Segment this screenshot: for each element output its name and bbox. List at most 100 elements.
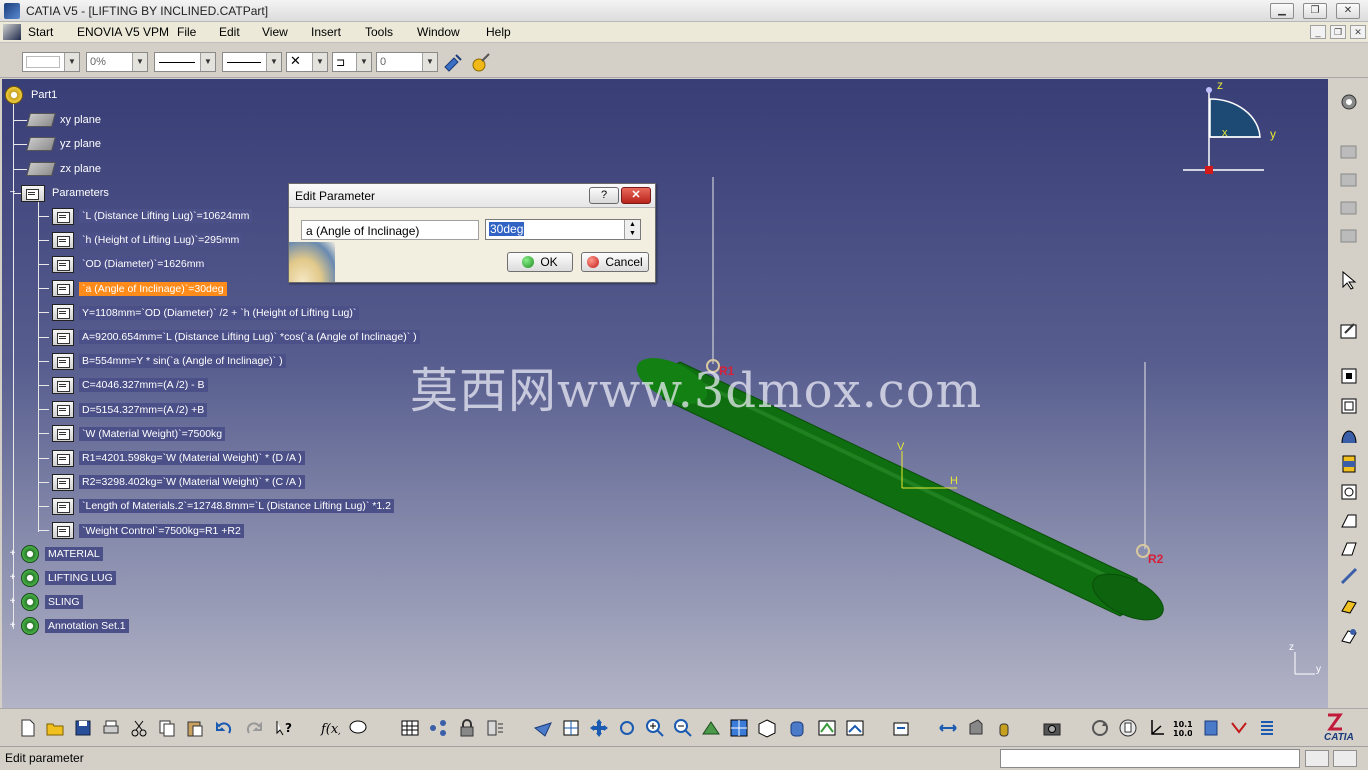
constraint-icon[interactable] [1229,718,1249,738]
shaft-icon[interactable] [1338,425,1360,447]
menu-tools[interactable]: Tools [365,25,393,39]
minimize-icon[interactable]: ▁ [1270,3,1294,19]
tree-item-body[interactable]: + SLING [8,593,83,611]
tree-item-parameter[interactable]: R1=4201.598kg=`W (Material Weight)` * (D… [39,449,305,467]
pocket-icon[interactable] [1338,395,1360,417]
undo-icon[interactable] [214,718,234,738]
zoom-in-icon[interactable] [645,718,665,738]
multi-view-icon[interactable] [729,718,749,738]
lock-icon[interactable] [457,718,477,738]
tree-item-body[interactable]: + Annotation Set.1 [8,617,129,635]
select-arrow-icon[interactable] [1338,269,1360,291]
expand-icon[interactable]: + [8,596,17,607]
shell-icon[interactable] [1338,565,1360,587]
expand-icon[interactable]: + [8,572,17,583]
cancel-button[interactable]: Cancel [581,252,649,272]
fill-color-combo[interactable]: ▼ [22,52,80,72]
new-file-icon[interactable] [18,718,38,738]
ok-button[interactable]: OK [507,252,573,272]
menu-help[interactable]: Help [486,25,511,39]
snap-icon[interactable] [1201,718,1221,738]
measure-icon[interactable] [1338,141,1360,163]
tree-item-parameter[interactable]: D=5154.327mm=(A /2) +B [39,401,208,419]
formula-icon[interactable]: f(x) [320,718,343,738]
comment-icon[interactable] [348,718,368,738]
menu-view[interactable]: View [262,25,288,39]
help-icon[interactable]: ? [589,187,619,204]
camera-icon[interactable] [1042,718,1062,738]
tree-item-parameter[interactable]: Y=1108mm=`OD (Diameter)` /2 + `h (Height… [39,304,360,322]
analysis-icon[interactable] [1338,197,1360,219]
grid-values-icon[interactable]: 10.1 10.0 [1172,718,1193,738]
transparency-combo[interactable]: 0% ▼ [86,52,148,72]
format-painter-icon[interactable] [442,51,464,73]
rendering-style-combo[interactable]: ⊐ ▼ [332,52,372,72]
scan-icon[interactable] [485,718,505,738]
spinner-icon[interactable]: ▲ ▼ [624,220,640,239]
tree-item-parameter[interactable]: B=554mm=Y * sin(`a (Angle of Inclinage)`… [39,352,286,370]
save-icon[interactable] [73,718,93,738]
tree-item-parameter[interactable]: `Length of Materials.2`=12748.8mm=`L (Di… [39,497,394,515]
inertia-icon[interactable] [1338,169,1360,191]
command-button-icon[interactable] [1333,750,1357,767]
doc-minimize-icon[interactable]: _ [1310,25,1326,39]
tree-item-parameter[interactable]: `W (Material Weight)`=7500kg [39,425,226,443]
menu-insert[interactable]: Insert [311,25,341,39]
tree-item-xy-plane[interactable]: xy plane [26,111,103,129]
menu-enovia[interactable]: ENOVIA V5 VPM [77,25,169,39]
expand-icon[interactable]: + [8,548,17,559]
remove-face-icon[interactable] [1338,625,1360,647]
rotate-icon[interactable] [617,718,637,738]
close-icon[interactable]: ✕ [1336,3,1360,19]
doc-close-icon[interactable]: ✕ [1350,25,1366,39]
doc-restore-icon[interactable]: ❐ [1330,25,1346,39]
tree-item-parameter[interactable]: `Weight Control`=7500kg=R1 +R2 [39,522,244,540]
line-type-combo[interactable]: ▼ [222,52,282,72]
tree-item-zx-plane[interactable]: zx plane [26,160,103,178]
print-icon[interactable] [101,718,121,738]
tree-item-parameter[interactable]: `h (Height of Lifting Lug)`=295mm [39,231,243,249]
tree-item-yz-plane[interactable]: yz plane [26,135,103,153]
expand-icon[interactable]: + [8,620,17,631]
tree-item-parameter[interactable]: R2=3298.402kg=`W (Material Weight)` * (C… [39,473,305,491]
open-folder-icon[interactable] [45,718,65,738]
copy-icon[interactable] [157,718,177,738]
menu-start[interactable]: Start [28,25,53,39]
axis-system-icon[interactable] [1146,718,1166,738]
draft-icon[interactable] [1338,537,1360,559]
knowledge-icon[interactable] [428,718,448,738]
pan-icon[interactable] [589,718,609,738]
line-thickness-combo[interactable]: ▼ [154,52,216,72]
fit-all-icon[interactable] [561,718,581,738]
sketch-icon[interactable] [1338,319,1360,341]
command-input[interactable] [1000,749,1300,768]
shading-icon[interactable] [787,718,807,738]
tree-root-part[interactable]: Part1 [5,86,59,104]
tree-item-body[interactable]: + MATERIAL [8,545,103,563]
tree-item-parameter[interactable]: `a (Angle of Inclinage)`=30deg [39,280,227,298]
hand-icon[interactable] [1118,718,1138,738]
properties-painter-icon[interactable] [470,51,492,73]
list-icon[interactable] [1257,718,1277,738]
redo-icon[interactable] [244,718,264,738]
close-icon[interactable]: ✕ [621,187,651,204]
tree-item-body[interactable]: + LIFTING LUG [8,569,116,587]
param-value-input[interactable]: 30deg ▲ ▼ [485,219,641,240]
zoom-out-icon[interactable] [673,718,693,738]
paste-icon[interactable] [185,718,205,738]
hole-icon[interactable] [1338,453,1360,475]
chamfer-icon[interactable] [1338,509,1360,531]
fly-mode-icon[interactable] [533,718,553,738]
menu-window[interactable]: Window [417,25,460,39]
hide-show-icon[interactable] [817,718,837,738]
thickness-icon[interactable] [1338,595,1360,617]
pad-icon[interactable] [1338,365,1360,387]
tree-item-parameter[interactable]: C=4046.327mm=(A /2) - B [39,376,208,394]
point-symbol-combo[interactable]: ✕ ▼ [286,52,328,72]
whats-this-icon[interactable]: ? [274,718,294,738]
tree-item-parameter[interactable]: A=9200.654mm=`L (Distance Lifting Lug)` … [39,328,420,346]
iso-view-icon[interactable] [757,718,777,738]
normal-view-icon[interactable] [701,718,721,738]
tree-item-parameter[interactable]: `L (Distance Lifting Lug)`=10624mm [39,207,253,225]
restore-icon[interactable]: ❐ [1303,3,1327,19]
